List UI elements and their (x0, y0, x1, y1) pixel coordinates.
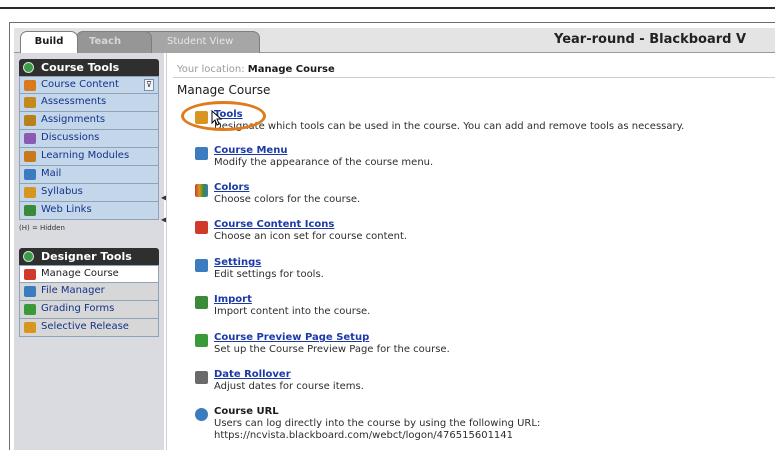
module-icon (24, 151, 36, 162)
sidebar-item-mail[interactable]: Mail (19, 166, 159, 184)
assignment-icon (24, 115, 36, 126)
mouse-cursor-icon (211, 110, 223, 126)
sidebar-item-grading-forms[interactable]: Grading Forms (19, 301, 159, 319)
mail-icon (24, 169, 36, 180)
course-url-title: Course URL (214, 406, 279, 417)
sidebar: Course Tools Course Content ⊽ Assessment… (14, 53, 167, 450)
sidebar-item-web-links[interactable]: Web Links (19, 202, 159, 220)
course-content-icons-link[interactable]: Course Content Icons (214, 219, 334, 230)
page-title: Manage Course (177, 83, 271, 97)
sidebar-item-file-manager[interactable]: File Manager (19, 283, 159, 301)
import-description: Import content into the course. (214, 306, 371, 317)
date-rollover-link[interactable]: Date Rollover (214, 369, 291, 380)
breadcrumb-current: Manage Course (247, 64, 335, 75)
course-url-value: https://ncvista.blackboard.com/webct/log… (214, 430, 514, 441)
sidebar-item-course-content[interactable]: Course Content ⊽ (19, 76, 159, 94)
colors-icon (195, 184, 208, 197)
selective-release-icon (24, 322, 36, 333)
weblink-icon (24, 205, 36, 216)
sidebar-item-assessments[interactable]: Assessments (19, 94, 159, 112)
collapse-toggle-icon[interactable]: ⊽ (144, 79, 154, 91)
breadcrumb: Your location: Manage Course (177, 64, 335, 75)
course-preview-page-setup-description: Set up the Course Preview Page for the c… (214, 344, 450, 355)
tab-bar: Student View Teach Build Year-round - Bl… (14, 28, 775, 53)
assessment-icon (24, 97, 36, 108)
designer-tools-bullet-icon (23, 251, 34, 262)
tab-teach[interactable]: Teach (76, 31, 152, 53)
folder-icon (24, 80, 36, 91)
sidebar-item-assignments[interactable]: Assignments (19, 112, 159, 130)
hidden-note: (H) = Hidden (19, 224, 65, 232)
file-manager-icon (24, 286, 36, 297)
sidebar-item-syllabus[interactable]: Syllabus (19, 184, 159, 202)
course-tools-bullet-icon (23, 62, 34, 73)
tools-description: Designate which tools can be used in the… (214, 121, 685, 132)
content-icons-icon (195, 221, 208, 234)
designer-tools-list: Manage Course File Manager Grading Forms… (19, 265, 159, 337)
tab-build[interactable]: Build (20, 31, 78, 53)
course-tools-header[interactable]: Course Tools (19, 59, 159, 76)
import-icon (195, 296, 208, 309)
syllabus-icon (24, 187, 36, 198)
settings-icon (195, 259, 208, 272)
course-url-description: Users can log directly into the course b… (214, 418, 541, 429)
date-rollover-icon (195, 371, 208, 384)
top-rule (0, 7, 775, 9)
highlight-ring (181, 101, 266, 131)
course-content-icons-description: Choose an icon set for course content. (214, 231, 408, 242)
preview-page-icon (195, 334, 208, 347)
sidebar-item-learning-modules[interactable]: Learning Modules (19, 148, 159, 166)
import-link[interactable]: Import (214, 294, 252, 305)
course-url-icon (195, 408, 208, 421)
grading-forms-icon (24, 304, 36, 315)
colors-description: Choose colors for the course. (214, 194, 361, 205)
course-preview-page-setup-link[interactable]: Course Preview Page Setup (214, 332, 369, 343)
manage-course-icon (24, 269, 36, 280)
course-menu-description: Modify the appearance of the course menu… (214, 157, 434, 168)
course-title: Year-round - Blackboard V (554, 32, 747, 47)
sidebar-item-manage-course[interactable]: Manage Course (19, 265, 159, 283)
settings-link[interactable]: Settings (214, 257, 261, 268)
sidebar-item-selective-release[interactable]: Selective Release (19, 319, 159, 337)
course-menu-link[interactable]: Course Menu (214, 145, 287, 156)
designer-tools-header[interactable]: Designer Tools (19, 248, 159, 265)
colors-link[interactable]: Colors (214, 182, 249, 193)
sidebar-item-discussions[interactable]: Discussions (19, 130, 159, 148)
tab-student-view[interactable]: Student View (140, 31, 260, 53)
course-tools-list: Course Content ⊽ Assessments Assignments… (19, 76, 159, 220)
divider (173, 77, 775, 78)
date-rollover-description: Adjust dates for course items. (214, 381, 364, 392)
course-menu-icon (195, 147, 208, 160)
settings-description: Edit settings for tools. (214, 269, 324, 280)
discussion-icon (24, 133, 36, 144)
